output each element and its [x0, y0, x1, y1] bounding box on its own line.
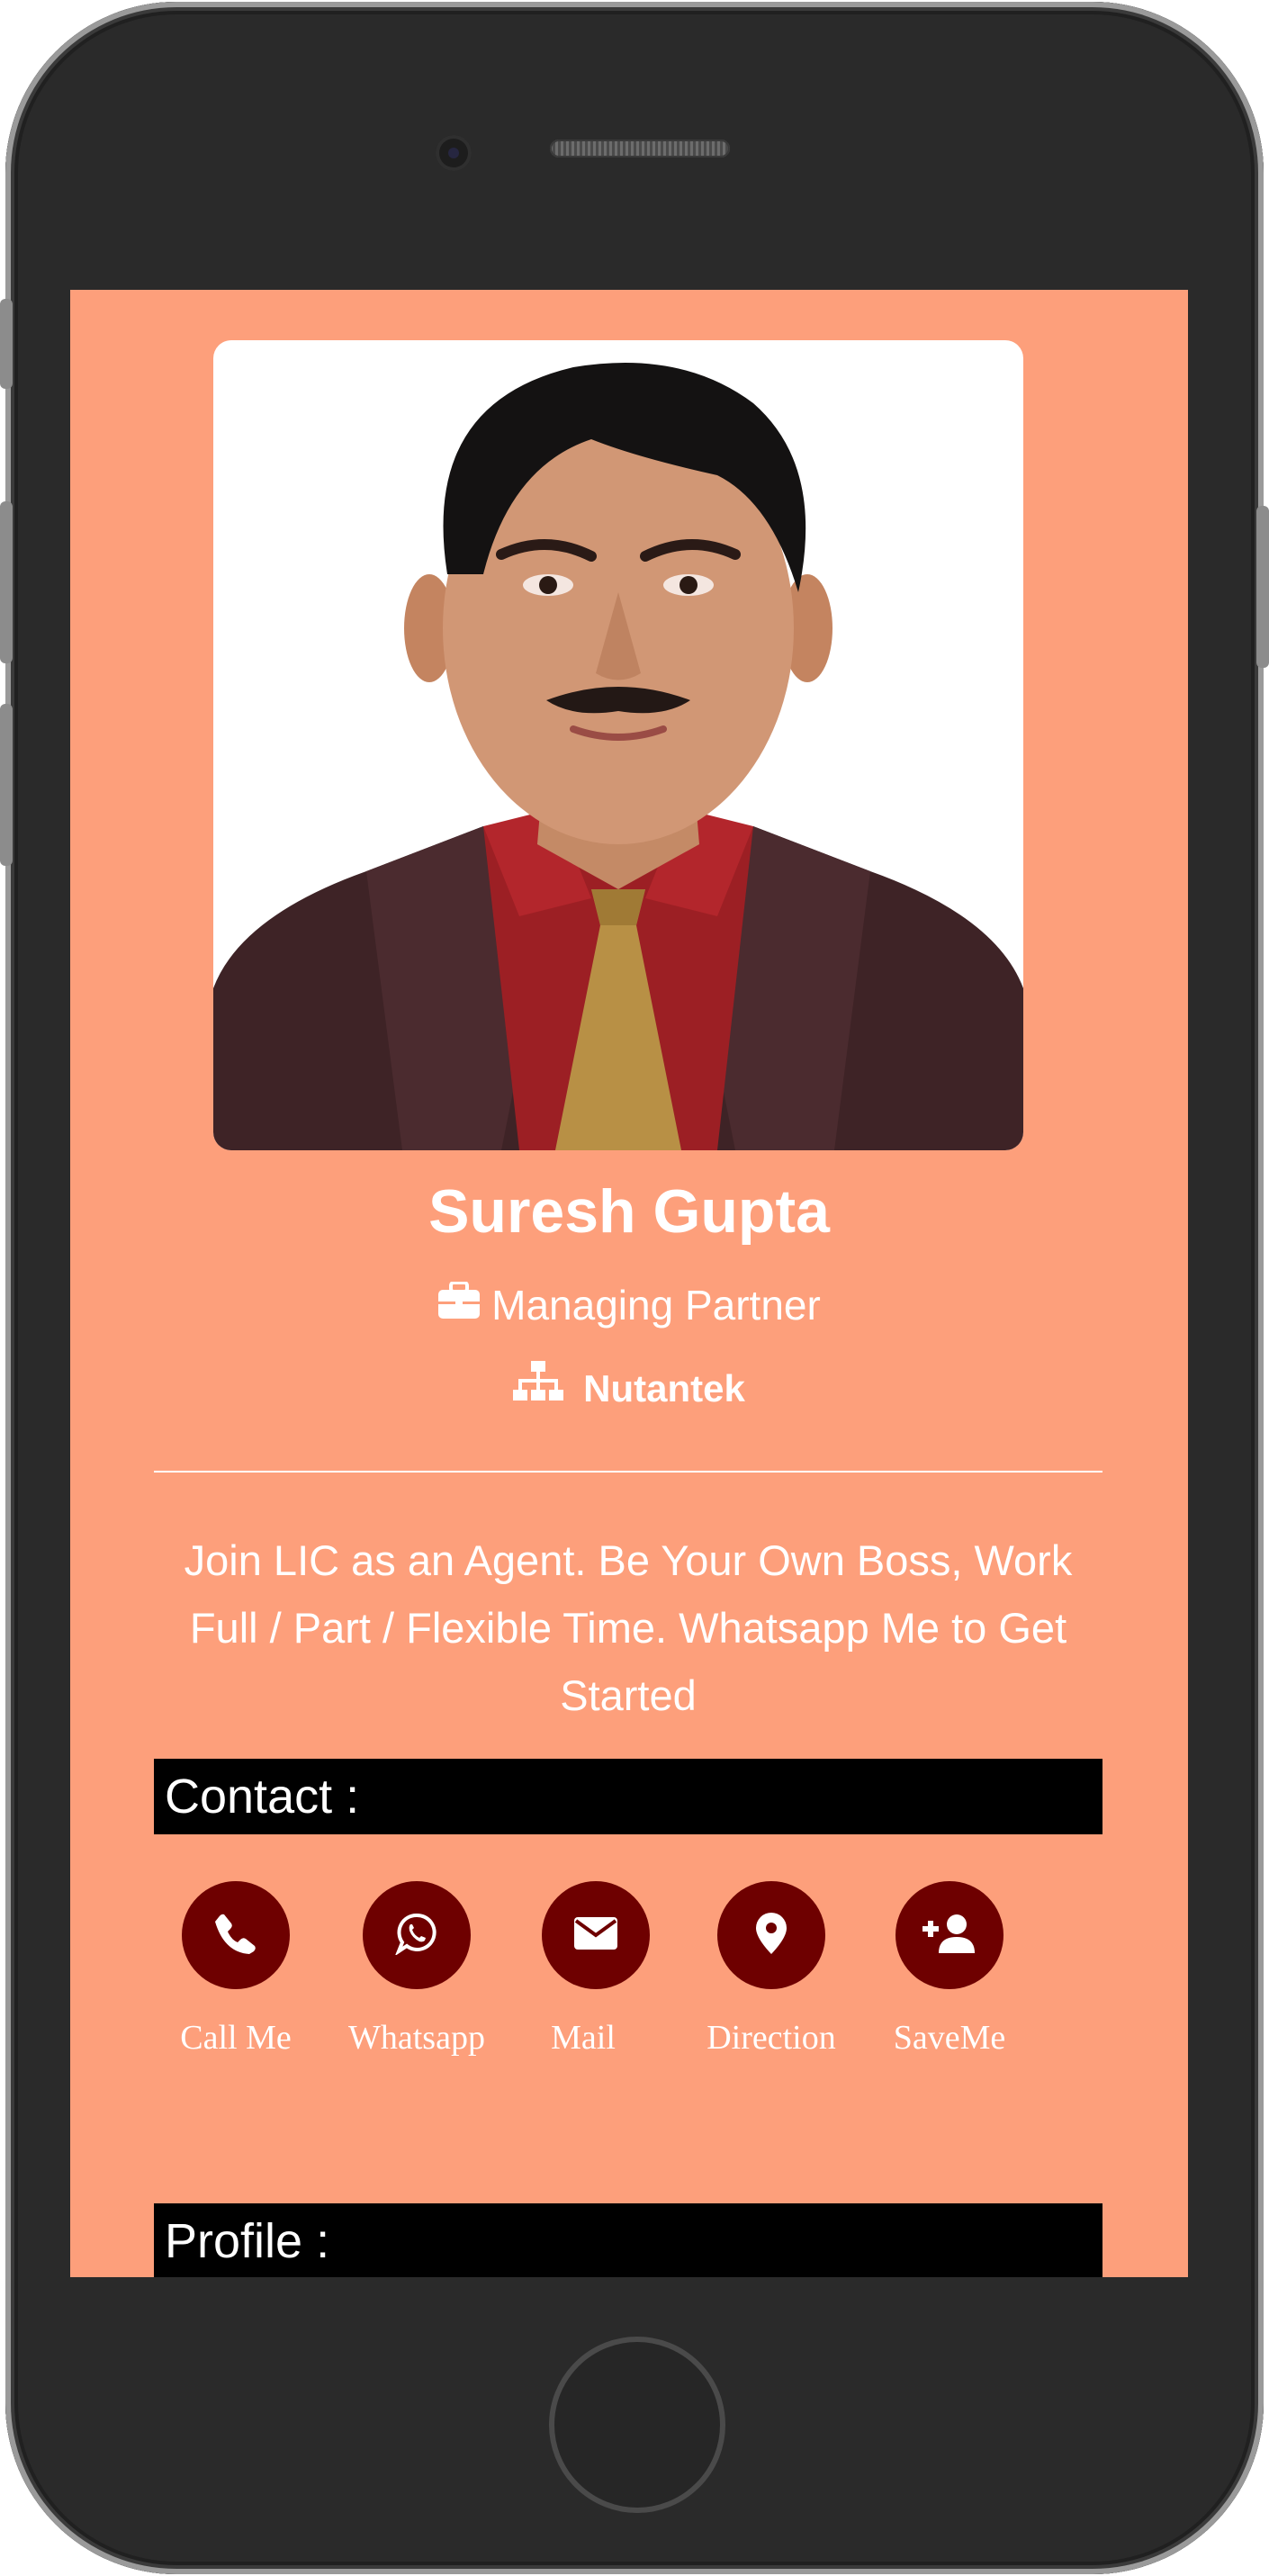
home-button[interactable]: [549, 2337, 725, 2513]
profile-name: Suresh Gupta: [428, 1177, 830, 1246]
mute-switch: [0, 299, 13, 389]
direction-label: Direction: [706, 2019, 836, 2057]
profile-section-header: Profile :: [154, 2203, 1102, 2277]
profile-title: Managing Partner: [491, 1282, 821, 1329]
earpiece-speaker: [550, 140, 730, 158]
call-me-button[interactable]: Call Me: [155, 1881, 317, 2058]
sitemap-icon: [513, 1361, 564, 1417]
volume-up-button: [0, 501, 13, 663]
contact-section-header: Contact :: [154, 1759, 1102, 1834]
profile-bio: Join LIC as an Agent. Be Your Own Boss, …: [184, 1536, 1073, 1719]
whatsapp-circle[interactable]: [363, 1881, 471, 1989]
screen: Suresh Gupta Managing Partner Nutantek J…: [70, 290, 1188, 2277]
user-plus-icon: [922, 1914, 976, 1958]
mail-button[interactable]: Mail: [515, 1881, 677, 2058]
whatsapp-button[interactable]: Whatsapp: [336, 1881, 498, 2058]
direction-button[interactable]: Direction: [690, 1881, 852, 2058]
profile-company: Nutantek: [583, 1367, 745, 1410]
profile-photo: [213, 340, 1023, 1150]
save-me-label: SaveMe: [893, 2019, 1006, 2057]
volume-down-button: [0, 704, 13, 866]
call-me-label: Call Me: [180, 2019, 292, 2057]
whatsapp-label: Whatsapp: [348, 2019, 485, 2057]
envelope-icon: [574, 1916, 617, 1954]
mail-circle[interactable]: [542, 1881, 650, 1989]
save-me-circle[interactable]: [896, 1881, 1004, 1989]
save-me-button[interactable]: SaveMe: [868, 1881, 1030, 2058]
briefcase-icon: [437, 1278, 481, 1332]
mail-label: Mail: [551, 2019, 616, 2057]
front-camera: [436, 135, 472, 171]
whatsapp-icon: [394, 1912, 438, 1959]
profile-title-row: Managing Partner: [70, 1278, 1188, 1332]
profile-company-row: Nutantek: [70, 1361, 1188, 1417]
divider: [154, 1471, 1102, 1473]
direction-circle[interactable]: [717, 1881, 825, 1989]
phone-icon: [215, 1913, 256, 1959]
map-marker-icon: [756, 1912, 787, 1959]
power-button: [1256, 506, 1269, 668]
call-circle[interactable]: [182, 1881, 290, 1989]
